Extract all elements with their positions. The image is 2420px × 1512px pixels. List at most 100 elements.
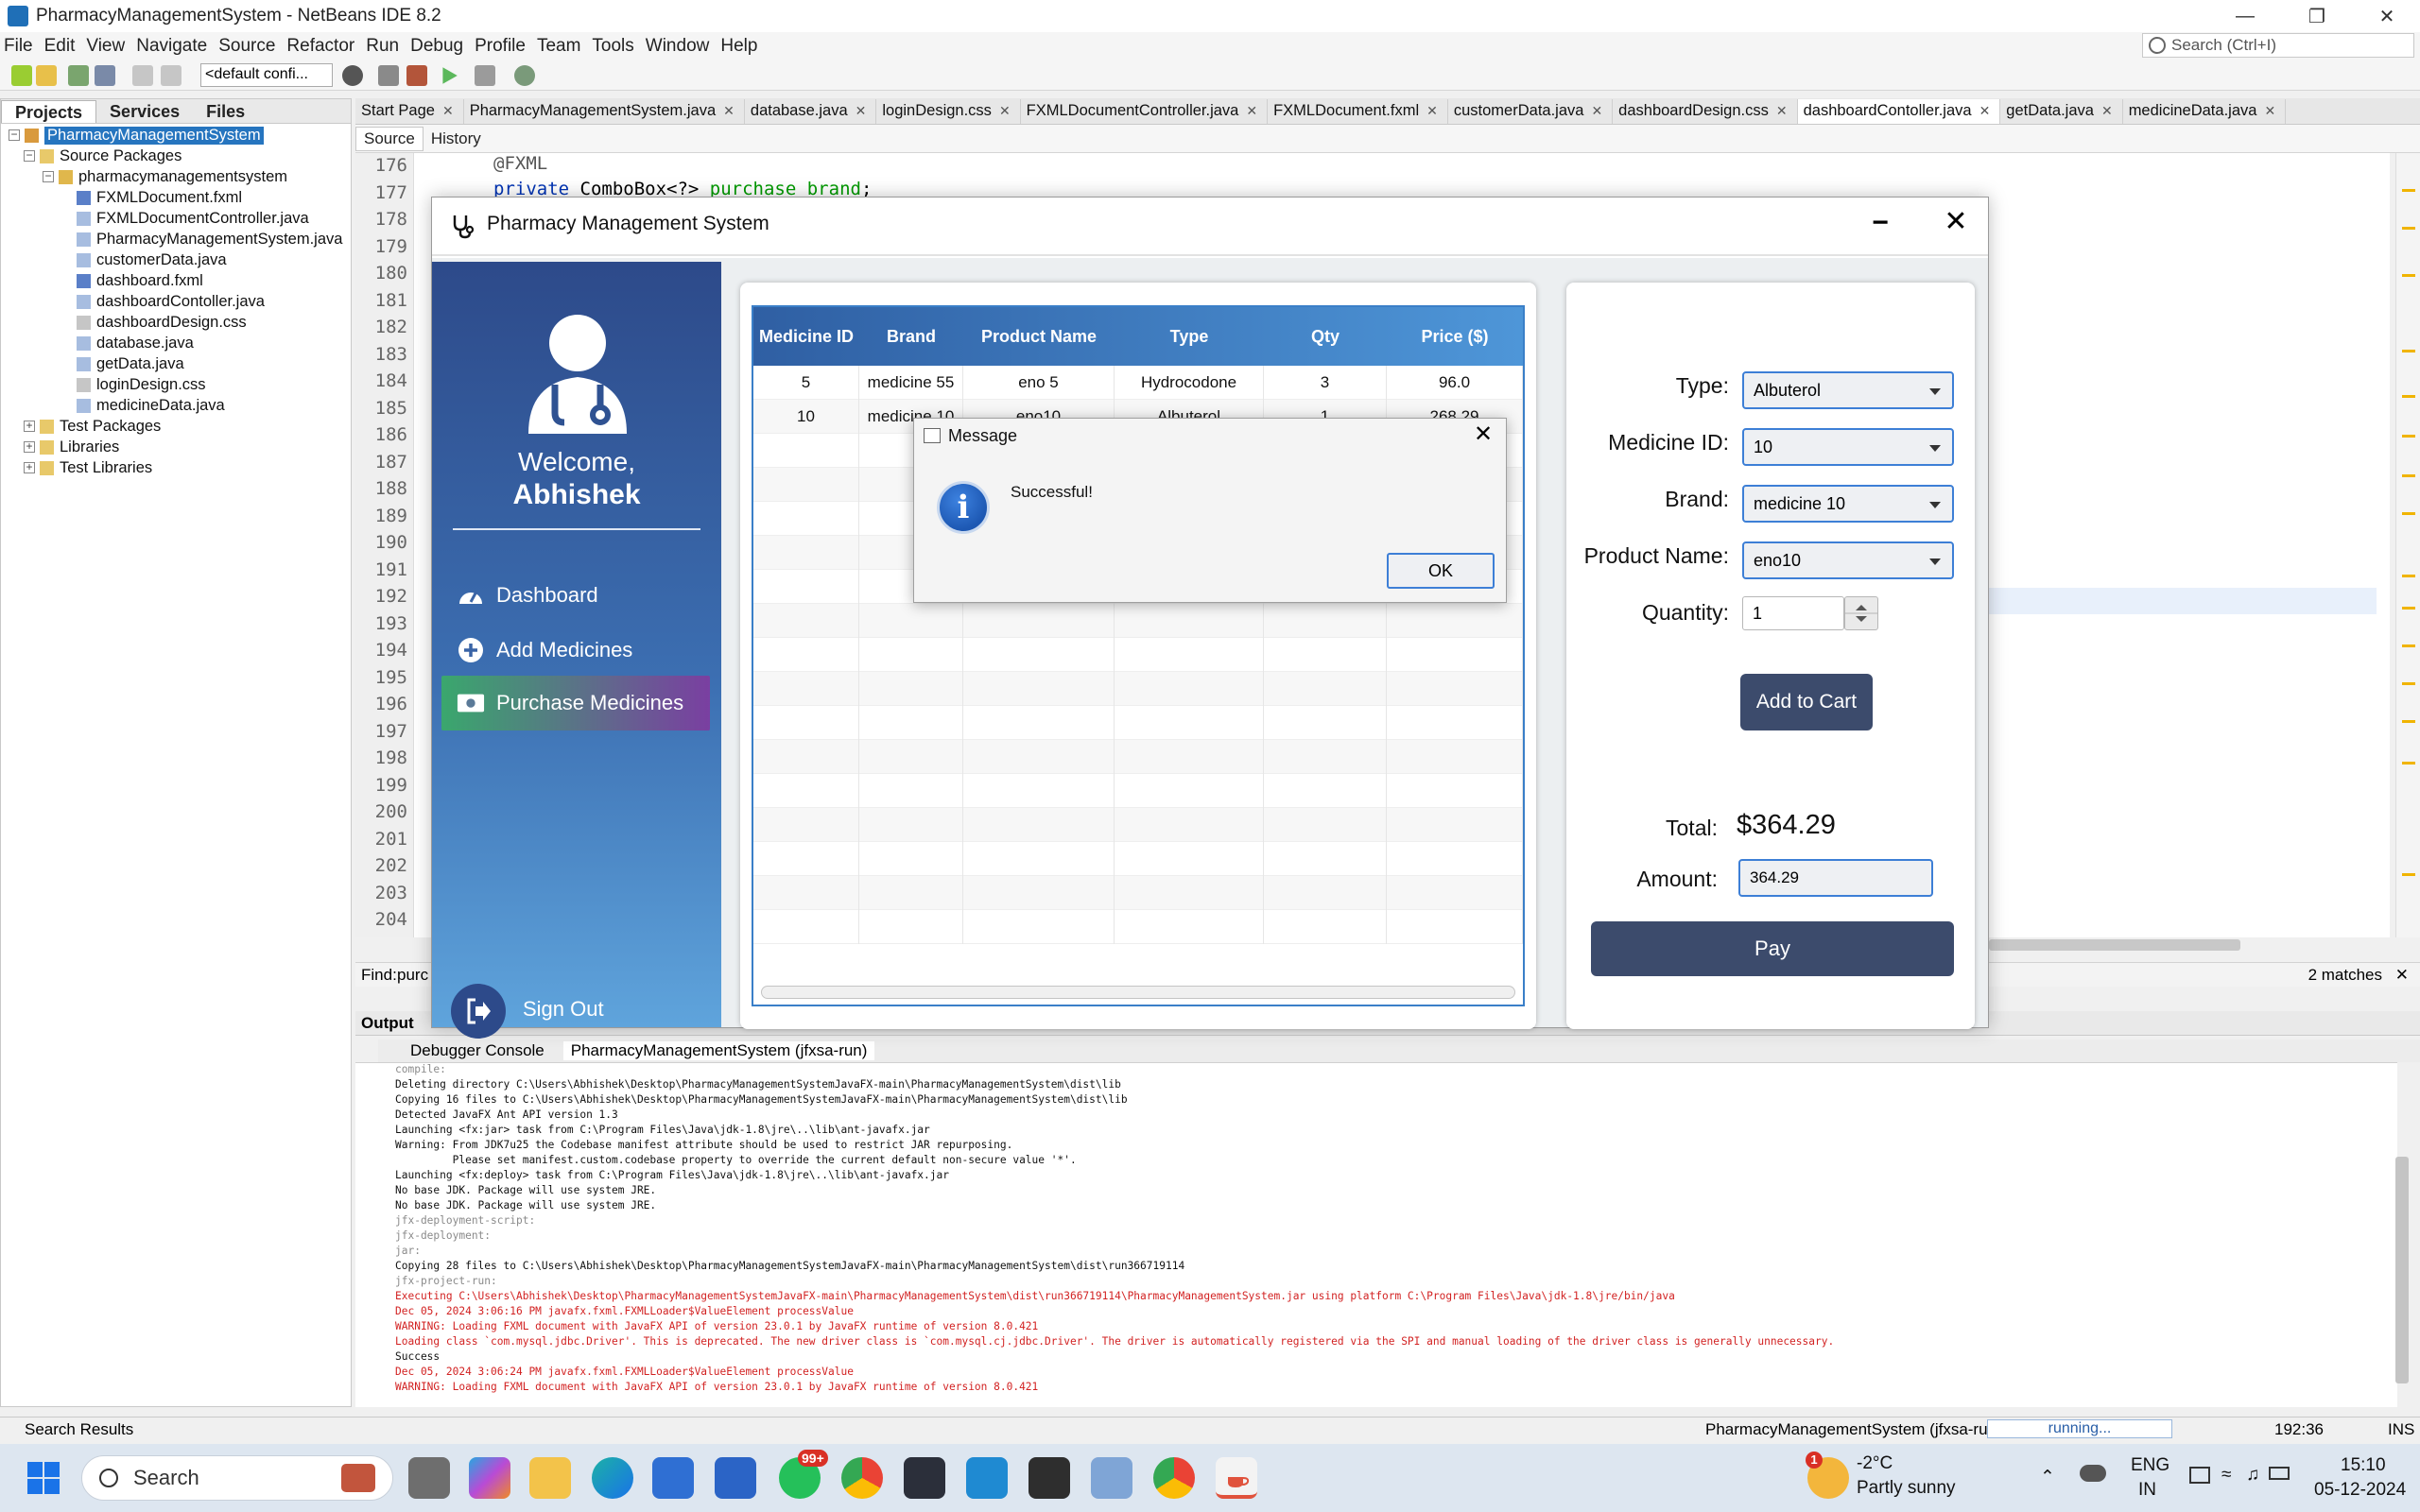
tree-file[interactable]: getData.java: [77, 353, 184, 374]
purchase-table[interactable]: Medicine ID Brand Product Name Type Qty …: [752, 305, 1525, 1006]
tree-test-libraries[interactable]: + Test Libraries: [24, 457, 152, 478]
cloud-icon[interactable]: [2080, 1465, 2106, 1482]
language-1[interactable]: ENG: [2131, 1455, 2169, 1476]
weather-temp[interactable]: -2°C: [1857, 1453, 1893, 1474]
medicine-id-select[interactable]: 10: [1742, 428, 1954, 466]
app-close-button[interactable]: ✕: [1935, 205, 1977, 243]
tree-project-root[interactable]: − PharmacyManagementSystem: [9, 125, 264, 146]
weather-icon[interactable]: 1: [1806, 1452, 1849, 1499]
tab-services[interactable]: Services: [96, 100, 193, 123]
menu-help[interactable]: Help: [715, 36, 763, 57]
save-all-icon[interactable]: [95, 65, 115, 86]
menu-debug[interactable]: Debug: [405, 36, 469, 57]
nav-dashboard[interactable]: Dashboard: [441, 568, 710, 623]
col-brand[interactable]: Brand: [859, 307, 963, 366]
type-select[interactable]: Albuterol: [1742, 371, 1954, 409]
new-project-icon[interactable]: [11, 65, 32, 86]
table-row[interactable]: [753, 740, 1523, 774]
close-window-button[interactable]: ✕: [2354, 0, 2420, 32]
menu-navigate[interactable]: Navigate: [130, 36, 213, 57]
clean-build-icon[interactable]: [406, 65, 427, 86]
open-project-icon[interactable]: [68, 65, 89, 86]
menu-profile[interactable]: Profile: [469, 36, 531, 57]
volume-icon[interactable]: ♫: [2246, 1465, 2259, 1486]
game-app-icon[interactable]: [904, 1457, 945, 1499]
col-price[interactable]: Price ($): [1387, 307, 1523, 366]
new-file-icon[interactable]: [36, 65, 57, 86]
nav-add-medicines[interactable]: Add Medicines: [441, 623, 710, 678]
col-product-name[interactable]: Product Name: [963, 307, 1115, 366]
task-view-icon[interactable]: [408, 1457, 450, 1499]
table-row[interactable]: [753, 706, 1523, 740]
battery-icon[interactable]: [2269, 1467, 2290, 1480]
weather-desc[interactable]: Partly sunny: [1857, 1478, 1956, 1499]
nav-purchase-medicines[interactable]: Purchase Medicines: [441, 676, 710, 730]
tree-file[interactable]: database.java: [77, 333, 194, 353]
globe-icon[interactable]: [342, 65, 363, 86]
tree-package[interactable]: − pharmacymanagementsystem: [43, 166, 287, 187]
editor-tab[interactable]: medicineData.java ✕: [2123, 99, 2287, 124]
tree-source-packages[interactable]: − Source Packages: [24, 146, 182, 166]
vscode-icon[interactable]: [966, 1457, 1008, 1499]
tree-file[interactable]: loginDesign.css: [77, 374, 206, 395]
run-icon[interactable]: [442, 67, 458, 84]
chrome-icon[interactable]: [841, 1457, 883, 1499]
editor-tab[interactable]: FXMLDocumentController.java ✕: [1021, 99, 1269, 124]
table-row[interactable]: [753, 638, 1523, 672]
table-row[interactable]: [753, 672, 1523, 706]
console-scrollbar[interactable]: [2395, 1157, 2409, 1383]
tree-file[interactable]: FXMLDocument.fxml: [77, 187, 242, 208]
tab-history[interactable]: History: [424, 128, 489, 150]
ide-search-input[interactable]: Search (Ctrl+I): [2142, 33, 2414, 58]
tab-projects[interactable]: Projects: [1, 100, 97, 123]
netbeans-taskbar-icon[interactable]: [1091, 1457, 1132, 1499]
menu-view[interactable]: View: [80, 36, 130, 57]
tree-test-packages[interactable]: + Test Packages: [24, 416, 161, 437]
signout-label[interactable]: Sign Out: [523, 997, 604, 1022]
add-to-cart-button[interactable]: Add to Cart: [1740, 674, 1873, 730]
close-find-icon[interactable]: ✕: [2395, 966, 2409, 985]
tab-files[interactable]: Files: [193, 100, 258, 123]
tree-file[interactable]: dashboard.fxml: [77, 270, 203, 291]
editor-tab[interactable]: loginDesign.css ✕: [876, 99, 1021, 124]
menu-source[interactable]: Source: [213, 36, 281, 57]
build-icon[interactable]: [378, 65, 399, 86]
output-console[interactable]: compile: Deleting directory C:\Users\Abhi…: [355, 1062, 2397, 1407]
edge-icon[interactable]: [592, 1457, 633, 1499]
menu-run[interactable]: Run: [360, 36, 405, 57]
quantity-input[interactable]: 1: [1742, 596, 1844, 630]
tree-file[interactable]: PharmacyManagementSystem.java: [77, 229, 342, 249]
tree-file[interactable]: FXMLDocumentController.java: [77, 208, 309, 229]
editor-tab-active[interactable]: dashboardContoller.java ✕: [1797, 99, 2001, 124]
taskbar-search[interactable]: Search: [81, 1455, 393, 1501]
menu-file[interactable]: File: [0, 36, 39, 57]
tree-file[interactable]: customerData.java: [77, 249, 227, 270]
store-icon[interactable]: [652, 1457, 694, 1499]
col-type[interactable]: Type: [1115, 307, 1264, 366]
minimize-window-button[interactable]: —: [2212, 0, 2278, 32]
editor-tab[interactable]: dashboardDesign.css ✕: [1613, 99, 1798, 124]
amount-input[interactable]: 364.29: [1738, 859, 1933, 897]
editor-horizontal-scrollbar[interactable]: [1989, 939, 2240, 951]
find-input[interactable]: purc: [397, 966, 428, 985]
search-results-label[interactable]: Search Results: [25, 1420, 133, 1439]
table-row[interactable]: [753, 842, 1523, 876]
editor-tab[interactable]: getData.java ✕: [2000, 99, 2123, 124]
restore-window-button[interactable]: ❐: [2284, 0, 2350, 32]
quantity-stepper[interactable]: [1844, 596, 1878, 630]
brand-select[interactable]: medicine 10: [1742, 485, 1954, 523]
java-app-icon[interactable]: [1216, 1457, 1257, 1499]
undo-icon[interactable]: [132, 65, 153, 86]
signout-button[interactable]: [451, 984, 506, 1039]
bluetooth-app-icon[interactable]: [715, 1457, 756, 1499]
table-row[interactable]: 5 medicine 55 eno 5 Hydrocodone 3 96.0: [753, 366, 1523, 400]
clock-time[interactable]: 15:10: [2341, 1455, 2386, 1476]
col-qty[interactable]: Qty: [1264, 307, 1387, 366]
app-minimize-button[interactable]: −: [1859, 207, 1901, 245]
display-icon[interactable]: [2189, 1467, 2210, 1484]
table-row[interactable]: [753, 808, 1523, 842]
tree-libraries[interactable]: + Libraries: [24, 437, 119, 457]
chrome-profile-icon[interactable]: [1153, 1457, 1195, 1499]
whatsapp-icon[interactable]: 99+: [779, 1450, 828, 1499]
editor-tab[interactable]: FXMLDocument.fxml ✕: [1268, 99, 1448, 124]
